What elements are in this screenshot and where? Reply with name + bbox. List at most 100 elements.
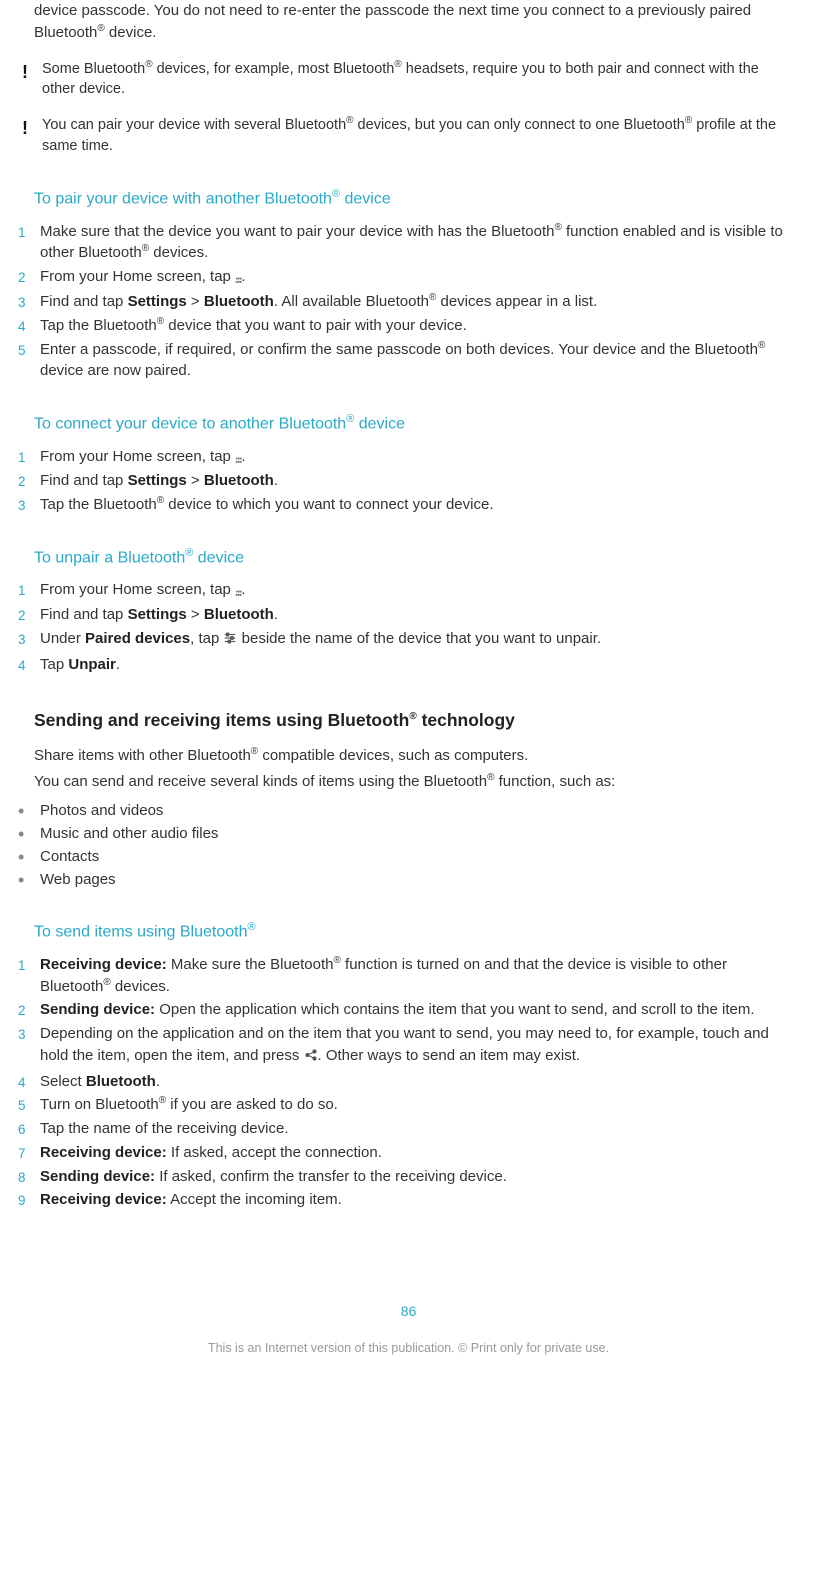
step-number: 7 [18, 1142, 40, 1164]
step-row: 1From your Home screen, tap ᎓᎓᎓. [18, 446, 790, 469]
bullet-list: •Photos and videos•Music and other audio… [34, 800, 790, 890]
sliders-icon [223, 630, 237, 652]
step-row: 3Depending on the application and on the… [18, 1023, 790, 1069]
step-row: 8Sending device: If asked, confirm the t… [18, 1166, 790, 1188]
step-number: 4 [18, 1071, 40, 1093]
step-row: 2Find and tap Settings > Bluetooth. [18, 470, 790, 492]
info-icon: ! [22, 58, 42, 85]
connect-steps: 1From your Home screen, tap ᎓᎓᎓.2Find an… [34, 446, 790, 516]
step-text: Tap Unpair. [40, 654, 790, 676]
subheading-unpair: To unpair a Bluetooth® device [34, 546, 790, 570]
step-number: 6 [18, 1118, 40, 1140]
step-row: 5Turn on Bluetooth® if you are asked to … [18, 1094, 790, 1116]
step-text: Find and tap Settings > Bluetooth. [40, 604, 790, 626]
step-number: 1 [18, 221, 40, 243]
step-number: 1 [18, 446, 40, 468]
bullet-icon: • [18, 800, 40, 820]
step-text: Tap the Bluetooth® device that you want … [40, 315, 790, 337]
step-number: 2 [18, 266, 40, 288]
list-item: •Contacts [18, 846, 790, 868]
footer: 86 This is an Internet version of this p… [22, 1301, 795, 1357]
step-number: 2 [18, 470, 40, 492]
step-number: 5 [18, 339, 40, 361]
list-item: •Music and other audio files [18, 823, 790, 845]
step-number: 1 [18, 954, 40, 976]
send-recv-para: You can send and receive several kinds o… [34, 771, 790, 793]
step-number: 3 [18, 628, 40, 650]
bullet-text: Web pages [40, 869, 790, 891]
step-number: 4 [18, 315, 40, 337]
list-item: •Web pages [18, 869, 790, 891]
step-row: 4Tap the Bluetooth® device that you want… [18, 315, 790, 337]
step-text: Under Paired devices, tap beside the nam… [40, 628, 790, 652]
bullet-icon: • [18, 869, 40, 889]
step-text: Tap the name of the receiving device. [40, 1118, 790, 1140]
step-text: From your Home screen, tap ᎓᎓᎓. [40, 266, 790, 289]
intro-paragraph: device passcode. You do not need to re-e… [34, 0, 790, 44]
step-row: 1Receiving device: Make sure the Bluetoo… [18, 954, 790, 998]
list-item: •Photos and videos [18, 800, 790, 822]
step-text: Sending device: Open the application whi… [40, 999, 790, 1021]
step-text: From your Home screen, tap ᎓᎓᎓. [40, 579, 790, 602]
step-number: 8 [18, 1166, 40, 1188]
step-row: 3Find and tap Settings > Bluetooth. All … [18, 291, 790, 313]
step-text: Find and tap Settings > Bluetooth. All a… [40, 291, 790, 313]
note-row: ! You can pair your device with several … [22, 114, 790, 157]
step-text: Make sure that the device you want to pa… [40, 221, 790, 265]
step-row: 2Sending device: Open the application wh… [18, 999, 790, 1021]
step-number: 5 [18, 1094, 40, 1116]
bullet-text: Contacts [40, 846, 790, 868]
step-number: 3 [18, 494, 40, 516]
step-text: Find and tap Settings > Bluetooth. [40, 470, 790, 492]
step-text: Enter a passcode, if required, or confir… [40, 339, 790, 383]
step-row: 3Under Paired devices, tap beside the na… [18, 628, 790, 652]
step-text: Select Bluetooth. [40, 1071, 790, 1093]
step-row: 3Tap the Bluetooth® device to which you … [18, 494, 790, 516]
bullet-icon: • [18, 846, 40, 866]
step-number: 3 [18, 291, 40, 313]
note-text: Some Bluetooth® devices, for example, mo… [42, 58, 790, 101]
step-row: 5Enter a passcode, if required, or confi… [18, 339, 790, 383]
footer-text: This is an Internet version of this publ… [22, 1339, 795, 1357]
section-heading-send-receive: Sending and receiving items using Blueto… [34, 708, 790, 733]
pair-steps: 1Make sure that the device you want to p… [34, 221, 790, 382]
bullet-text: Music and other audio files [40, 823, 790, 845]
apps-grid-icon: ᎓᎓᎓ [235, 270, 241, 289]
step-row: 2Find and tap Settings > Bluetooth. [18, 604, 790, 626]
send-steps: 1Receiving device: Make sure the Bluetoo… [34, 954, 790, 1211]
step-text: Receiving device: Accept the incoming it… [40, 1189, 790, 1211]
subheading-connect: To connect your device to another Blueto… [34, 412, 790, 436]
step-text: Receiving device: If asked, accept the c… [40, 1142, 790, 1164]
bullet-icon: • [18, 823, 40, 843]
step-row: 1From your Home screen, tap ᎓᎓᎓. [18, 579, 790, 602]
subheading-pair: To pair your device with another Bluetoo… [34, 187, 790, 211]
step-number: 9 [18, 1189, 40, 1211]
apps-grid-icon: ᎓᎓᎓ [235, 583, 241, 602]
step-text: Sending device: If asked, confirm the tr… [40, 1166, 790, 1188]
step-text: From your Home screen, tap ᎓᎓᎓. [40, 446, 790, 469]
subheading-send: To send items using Bluetooth® [34, 920, 790, 944]
step-row: 2From your Home screen, tap ᎓᎓᎓. [18, 266, 790, 289]
step-number: 2 [18, 999, 40, 1021]
step-row: 1Make sure that the device you want to p… [18, 221, 790, 265]
send-recv-para: Share items with other Bluetooth® compat… [34, 745, 790, 767]
step-number: 2 [18, 604, 40, 626]
step-text: Turn on Bluetooth® if you are asked to d… [40, 1094, 790, 1116]
page-number: 86 [22, 1301, 795, 1321]
step-row: 6Tap the name of the receiving device. [18, 1118, 790, 1140]
apps-grid-icon: ᎓᎓᎓ [235, 450, 241, 469]
step-row: 7Receiving device: If asked, accept the … [18, 1142, 790, 1164]
step-text: Depending on the application and on the … [40, 1023, 790, 1069]
step-text: Receiving device: Make sure the Bluetoot… [40, 954, 790, 998]
step-number: 4 [18, 654, 40, 676]
step-row: 4Tap Unpair. [18, 654, 790, 676]
step-text: Tap the Bluetooth® device to which you w… [40, 494, 790, 516]
step-number: 1 [18, 579, 40, 601]
unpair-steps: 1From your Home screen, tap ᎓᎓᎓.2Find an… [34, 579, 790, 675]
share-icon [304, 1047, 318, 1069]
step-row: 4Select Bluetooth. [18, 1071, 790, 1093]
note-row: ! Some Bluetooth® devices, for example, … [22, 58, 790, 101]
info-icon: ! [22, 114, 42, 141]
bullet-text: Photos and videos [40, 800, 790, 822]
step-row: 9Receiving device: Accept the incoming i… [18, 1189, 790, 1211]
